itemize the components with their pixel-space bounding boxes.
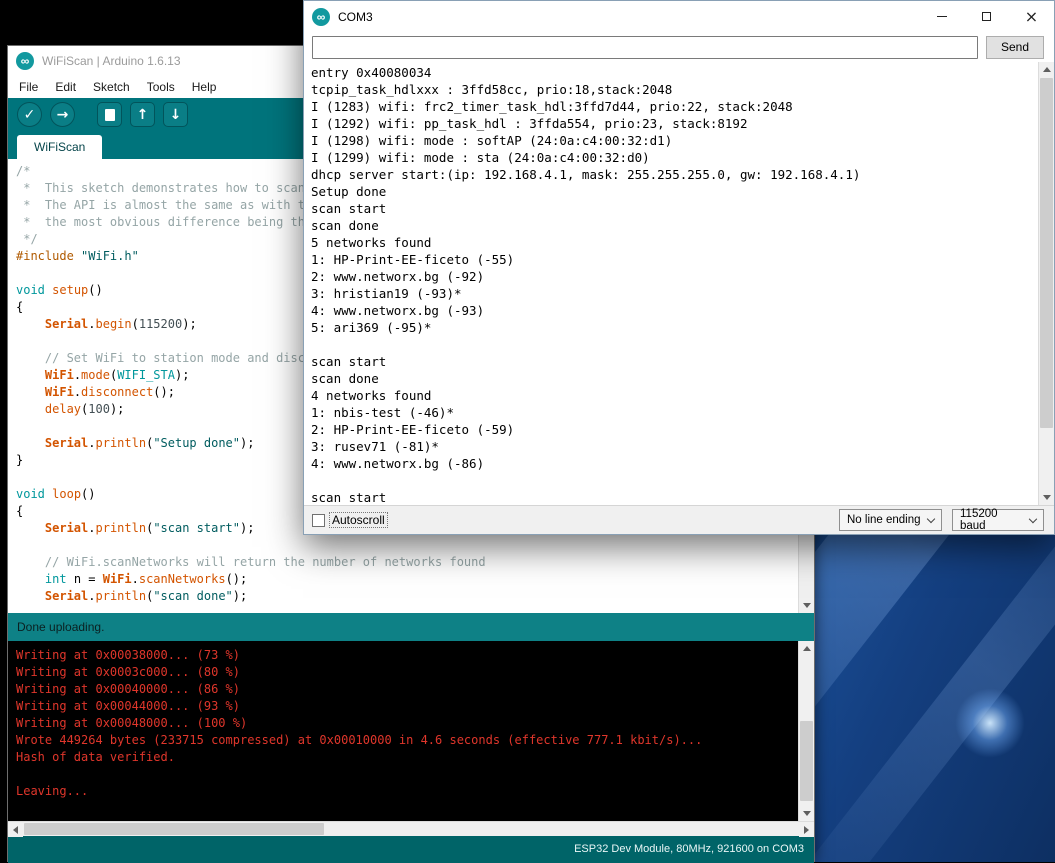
- new-sketch-button[interactable]: [97, 102, 122, 127]
- ide-console[interactable]: Writing at 0x00038000... (73 %) Writing …: [8, 641, 814, 821]
- wallpaper-glow: [955, 688, 1025, 758]
- save-sketch-button[interactable]: ↓: [163, 102, 188, 127]
- menu-help[interactable]: Help: [192, 80, 217, 94]
- triangle-down-icon: [803, 811, 811, 816]
- arrow-down-icon: ↓: [170, 108, 182, 122]
- serial-input[interactable]: [312, 36, 978, 59]
- serial-input-row: Send: [304, 32, 1054, 62]
- code-line: Serial.println("scan done");: [16, 588, 796, 605]
- send-button[interactable]: Send: [986, 36, 1044, 59]
- autoscroll-checkbox[interactable]: [312, 514, 325, 527]
- serial-monitor-title: COM3: [338, 10, 373, 24]
- triangle-down-icon: [803, 603, 811, 608]
- serial-output-area[interactable]: entry 0x40080034 tcpip_task_hdlxxx : 3ff…: [304, 62, 1054, 505]
- window-controls: ×: [919, 1, 1054, 32]
- code-line: // WiFi.scanNetworks will return the num…: [16, 554, 796, 571]
- document-icon: [105, 109, 115, 121]
- minimize-button[interactable]: [919, 1, 964, 32]
- arrow-up-icon: ↑: [137, 108, 149, 122]
- close-icon: ×: [1025, 9, 1038, 25]
- ide-footer-bar: ESP32 Dev Module, 80MHz, 921600 on COM3: [8, 836, 814, 863]
- minimize-icon: [937, 16, 947, 17]
- serial-vertical-scrollbar[interactable]: [1038, 62, 1054, 505]
- code-line: int n = WiFi.scanNetworks();: [16, 571, 796, 588]
- triangle-left-icon: [13, 826, 18, 834]
- baud-rate-value: 115200 baud: [960, 508, 1023, 532]
- code-line: [16, 537, 796, 554]
- triangle-up-icon: [803, 646, 811, 651]
- serial-monitor-window: ∞ COM3 × Send entry 0x40080034 tcpip_tas…: [303, 0, 1055, 535]
- tab-wifiscan[interactable]: WiFiScan: [17, 135, 102, 159]
- infinity-glyph: ∞: [21, 55, 30, 67]
- triangle-down-icon: [1043, 495, 1051, 500]
- scroll-up-button[interactable]: [1039, 62, 1054, 77]
- close-button[interactable]: ×: [1009, 1, 1054, 32]
- scrollbar-thumb[interactable]: [800, 721, 813, 801]
- check-icon: ✓: [24, 108, 36, 122]
- upload-button[interactable]: →: [50, 102, 75, 127]
- console-vertical-scrollbar[interactable]: [798, 641, 814, 821]
- open-sketch-button[interactable]: ↑: [130, 102, 155, 127]
- scroll-down-button[interactable]: [1039, 490, 1054, 505]
- infinity-glyph: ∞: [317, 11, 326, 23]
- chevron-down-icon: [927, 514, 935, 522]
- serial-monitor-titlebar[interactable]: ∞ COM3 ×: [304, 1, 1054, 32]
- menu-edit[interactable]: Edit: [55, 80, 76, 94]
- baud-rate-select[interactable]: 115200 baud: [952, 509, 1044, 531]
- scroll-left-button[interactable]: [8, 822, 23, 837]
- autoscroll-group: Autoscroll: [312, 512, 388, 528]
- maximize-icon: [982, 12, 991, 21]
- console-output: Writing at 0x00038000... (73 %) Writing …: [16, 647, 794, 800]
- ide-status-bar: Done uploading.: [8, 613, 814, 641]
- scrollbar-thumb[interactable]: [1040, 78, 1053, 428]
- scroll-up-button[interactable]: [799, 641, 814, 656]
- menu-tools[interactable]: Tools: [147, 80, 175, 94]
- triangle-right-icon: [804, 826, 809, 834]
- status-message: Done uploading.: [17, 620, 104, 634]
- serial-options: No line ending 115200 baud: [839, 509, 1044, 531]
- line-ending-select[interactable]: No line ending: [839, 509, 942, 531]
- line-ending-value: No line ending: [847, 514, 921, 526]
- ide-window-title: WiFiScan | Arduino 1.6.13: [42, 54, 181, 68]
- maximize-button[interactable]: [964, 1, 1009, 32]
- board-status: ESP32 Dev Module, 80MHz, 921600 on COM3: [574, 843, 804, 855]
- menu-file[interactable]: File: [19, 80, 38, 94]
- scroll-down-button[interactable]: [799, 598, 814, 613]
- serial-monitor-bottombar: Autoscroll No line ending 115200 baud: [304, 505, 1054, 534]
- console-horizontal-scrollbar[interactable]: [8, 821, 814, 836]
- arduino-logo-icon: ∞: [312, 8, 330, 26]
- arduino-logo-icon: ∞: [16, 52, 34, 70]
- autoscroll-label[interactable]: Autoscroll: [329, 512, 388, 528]
- scrollbar-thumb[interactable]: [24, 823, 324, 835]
- triangle-up-icon: [1043, 67, 1051, 72]
- desktop: ∞ WiFiScan | Arduino 1.6.13 File Edit Sket…: [0, 0, 1055, 862]
- verify-button[interactable]: ✓: [17, 102, 42, 127]
- arrow-right-icon: →: [57, 108, 69, 122]
- scroll-down-button[interactable]: [799, 806, 814, 821]
- chevron-down-icon: [1029, 514, 1037, 522]
- menu-sketch[interactable]: Sketch: [93, 80, 130, 94]
- scroll-right-button[interactable]: [799, 822, 814, 837]
- serial-output: entry 0x40080034 tcpip_task_hdlxxx : 3ff…: [311, 64, 1034, 505]
